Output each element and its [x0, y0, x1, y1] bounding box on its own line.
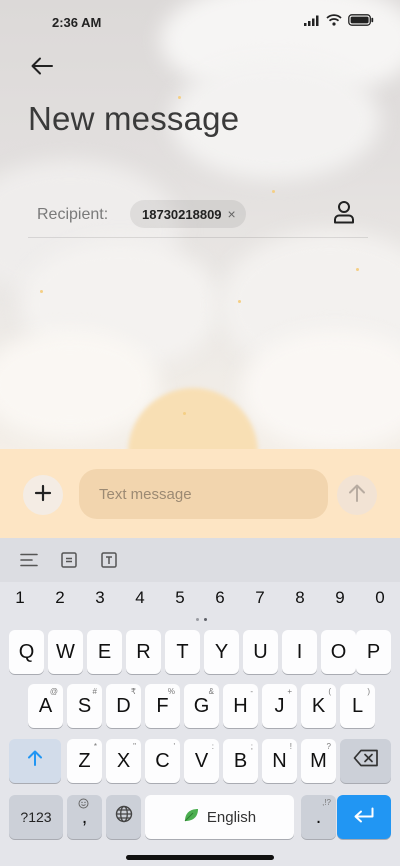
home-indicator[interactable] [126, 855, 274, 860]
key-2[interactable]: 2 [40, 588, 80, 608]
number-row: 1 2 3 4 5 6 7 8 9 0 [0, 588, 400, 614]
status-time: 2:36 AM [52, 14, 102, 30]
symbols-key[interactable]: ?123 [9, 795, 63, 839]
backspace-icon [353, 749, 379, 773]
text-format-icon[interactable] [98, 549, 120, 571]
key-k[interactable]: (K [301, 684, 336, 728]
key-v[interactable]: :V [184, 739, 219, 783]
globe-icon [115, 805, 133, 829]
enter-icon [353, 806, 375, 829]
key-0[interactable]: 0 [360, 588, 400, 608]
key-j[interactable]: + J [262, 684, 297, 728]
key-b[interactable]: ; B [223, 739, 258, 783]
recipient-chip[interactable]: 18730218809 × [130, 200, 246, 228]
key-d[interactable]: ₹ D [106, 684, 141, 728]
signal-icon [304, 13, 320, 31]
leaf-icon [183, 807, 199, 827]
period-key[interactable]: ,!? . [301, 795, 336, 839]
key-t[interactable]: T [165, 630, 200, 674]
language-key[interactable] [106, 795, 141, 839]
shift-arrow-icon [26, 749, 44, 773]
send-arrow-icon [348, 483, 366, 508]
recipient-label: Recipient: [37, 206, 109, 223]
align-icon[interactable] [18, 549, 40, 571]
key-r[interactable]: R [126, 630, 161, 674]
key-x[interactable]: " X [106, 739, 141, 783]
key-n[interactable]: ! N [262, 739, 297, 783]
compose-bar [0, 449, 400, 538]
plus-icon [34, 484, 52, 507]
key-q[interactable]: Q [9, 630, 44, 674]
send-button[interactable] [337, 475, 377, 515]
key-a[interactable]: @ A [28, 684, 63, 728]
contact-person-icon [333, 200, 355, 229]
back-button[interactable] [26, 52, 58, 84]
wifi-icon [326, 13, 342, 31]
comma-key[interactable]: , [67, 795, 102, 839]
keyboard: 1 2 3 4 5 6 7 8 9 0 Q W E R T Y U I O P … [0, 538, 400, 866]
page-indicator [196, 618, 210, 622]
key-w[interactable]: W [48, 630, 83, 674]
space-bar-label: English [206, 808, 257, 826]
page-title: New message [28, 100, 240, 137]
backspace-key[interactable] [340, 739, 391, 783]
enter-key[interactable] [337, 795, 391, 839]
status-bar: 2:36 AM [0, 0, 400, 44]
recipient-field[interactable]: Recipient: 18730218809 × [28, 190, 368, 238]
key-g[interactable]: & G [184, 684, 219, 728]
key-l[interactable]: ) L [340, 684, 375, 728]
key-m[interactable]: ? M [301, 739, 336, 783]
remove-recipient-button[interactable]: × [228, 207, 236, 221]
attach-button[interactable] [23, 475, 63, 515]
clipboard-icon[interactable] [58, 549, 80, 571]
battery-icon [348, 13, 374, 31]
key-7[interactable]: 7 [240, 588, 280, 608]
key-o[interactable]: O [321, 630, 356, 674]
back-arrow-icon [31, 57, 53, 80]
keyboard-toolbar [0, 538, 400, 582]
key-h[interactable]: -H [223, 684, 258, 728]
key-i[interactable]: I [282, 630, 317, 674]
shift-key[interactable] [9, 739, 61, 783]
space-bar[interactable]: English [145, 795, 294, 839]
key-f[interactable]: % F [145, 684, 180, 728]
key-8[interactable]: 8 [280, 588, 320, 608]
key-y[interactable]: Y [204, 630, 239, 674]
key-u[interactable]: U [243, 630, 278, 674]
key-c[interactable]: ' C [145, 739, 180, 783]
key-z[interactable]: * Z [67, 739, 102, 783]
message-input[interactable] [79, 469, 328, 519]
key-4[interactable]: 4 [120, 588, 160, 608]
recipient-chip-number: 18730218809 [142, 206, 222, 222]
key-6[interactable]: 6 [200, 588, 240, 608]
key-1[interactable]: 1 [0, 588, 40, 608]
key-3[interactable]: 3 [80, 588, 120, 608]
key-9[interactable]: 9 [320, 588, 360, 608]
key-p[interactable]: P [356, 630, 391, 674]
contact-picker-button[interactable] [330, 200, 358, 228]
emoji-icon [78, 798, 89, 811]
key-s[interactable]: # S [67, 684, 102, 728]
key-5[interactable]: 5 [160, 588, 200, 608]
key-e[interactable]: E [87, 630, 122, 674]
